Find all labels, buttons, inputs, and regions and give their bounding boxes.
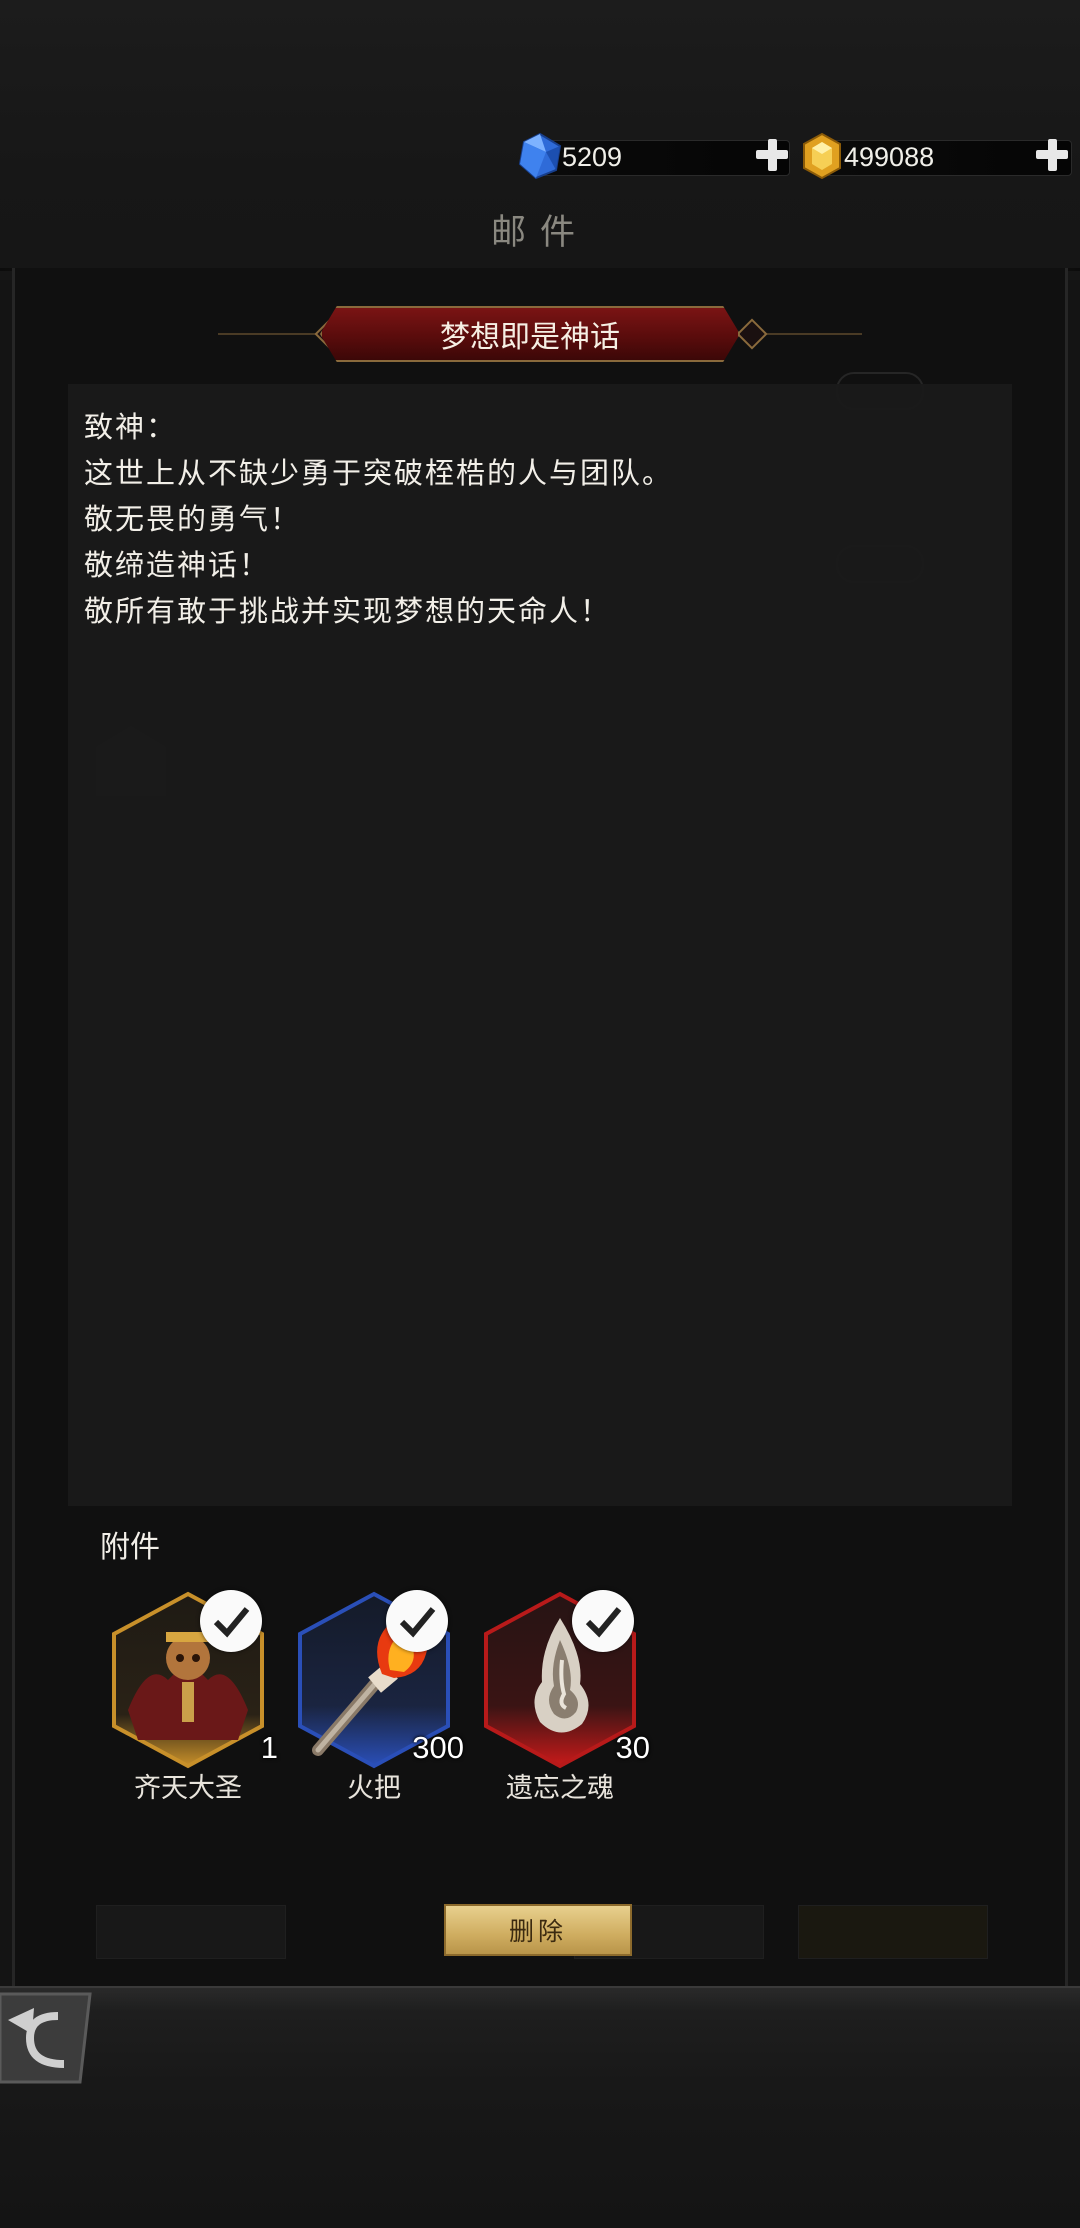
item-name: 火把: [347, 1773, 401, 1804]
mail-body: 致神： 这世上从不缺少勇于突破桎梏的人与团队。 敬无畏的勇气！ 敬缔造神话！ 敬…: [84, 404, 673, 634]
ribbon-line-left: [218, 333, 326, 335]
page-title: 邮件: [490, 213, 589, 253]
item-name: 遗忘之魂: [506, 1773, 614, 1804]
mail-body-line: 敬无畏的勇气！: [84, 502, 302, 536]
selected-check-icon: [200, 1590, 262, 1652]
back-arrow-icon[interactable]: [0, 1990, 96, 2086]
attachment-item[interactable]: 300: [294, 1590, 464, 1770]
gold-crystal-icon: [803, 132, 841, 180]
attachments-title: 附件: [100, 1530, 160, 1565]
gem-amount: 5209: [562, 142, 623, 172]
selected-check-icon: [386, 1590, 448, 1652]
item-count: 300: [412, 1730, 464, 1765]
add-gold-button[interactable]: [1034, 137, 1070, 173]
item-name: 齐天大圣: [134, 1773, 242, 1804]
add-gems-button[interactable]: [754, 137, 790, 173]
gold-amount: 499088: [844, 142, 935, 172]
attachment-item[interactable]: 30: [480, 1590, 650, 1770]
mail-subject: 梦想即是神话: [320, 306, 740, 362]
bottom-bar: [0, 1988, 1080, 2228]
blue-gem-icon: [518, 132, 562, 180]
mail-body-line: 敬所有敢于挑战并实现梦想的天命人！: [84, 594, 612, 628]
gem-currency: 5209: [516, 132, 796, 180]
gold-currency: 499088: [798, 132, 1078, 180]
selected-check-icon: [572, 1590, 634, 1652]
item-count: 1: [260, 1730, 278, 1765]
mail-body-line: 致神：: [84, 410, 178, 444]
item-count: 30: [615, 1730, 650, 1765]
delete-button[interactable]: 删除: [444, 1904, 632, 1956]
attachment-item[interactable]: 1: [108, 1590, 278, 1770]
mail-body-line: 这世上从不缺少勇于突破桎梏的人与团队。: [84, 456, 674, 490]
background-button: [96, 1905, 286, 1959]
mail-body-line: 敬缔造神话！: [84, 548, 271, 582]
background-button: [798, 1905, 988, 1959]
ribbon-line-right: [754, 333, 862, 335]
